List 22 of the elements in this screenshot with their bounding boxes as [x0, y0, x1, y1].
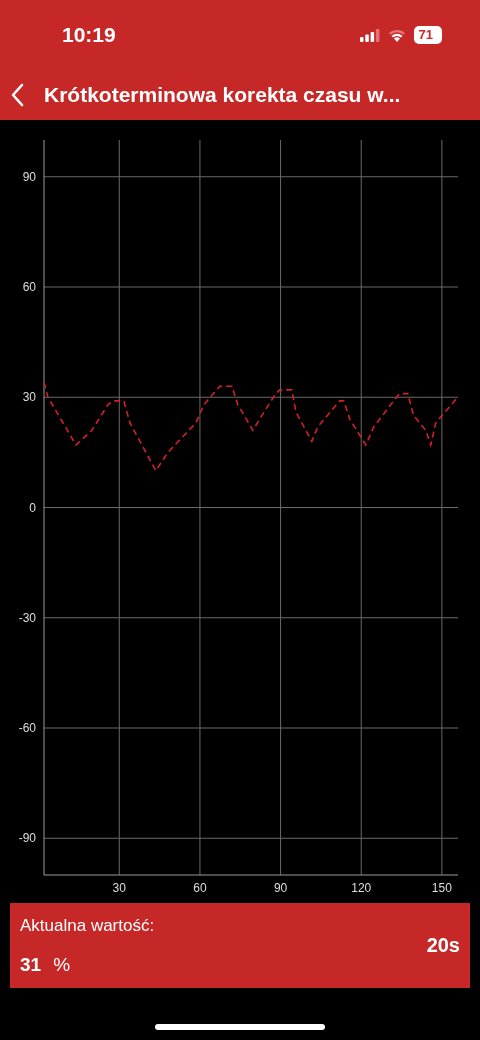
y-axis-label: -90 [18, 831, 36, 846]
x-axis-label: 60 [193, 881, 207, 895]
x-axis-label: 90 [273, 881, 288, 895]
unit-label: % [53, 953, 71, 976]
y-axis-label: 30 [22, 390, 36, 405]
current-value: 31 [20, 953, 42, 976]
y-axis-label: 60 [22, 280, 36, 294]
y-axis-label: 0 [29, 500, 36, 515]
current-value-label: Aktualna wartość: [20, 915, 155, 936]
battery-icon: 71 [413, 26, 442, 44]
signal-icon [359, 28, 380, 42]
wifi-icon [387, 28, 406, 42]
x-axis-label: 30 [112, 881, 126, 895]
status-time: 10:19 [62, 23, 116, 47]
y-axis-label: -30 [18, 610, 36, 625]
x-axis-label: 120 [351, 881, 372, 895]
page-title: Krótkoterminowa korekta czasu w... [44, 83, 401, 107]
back-icon[interactable] [10, 83, 24, 107]
y-axis-label: 90 [22, 169, 36, 184]
y-axis-label: -60 [18, 721, 36, 735]
interval-label: 20s [426, 934, 460, 957]
x-axis-label: 150 [431, 881, 452, 895]
